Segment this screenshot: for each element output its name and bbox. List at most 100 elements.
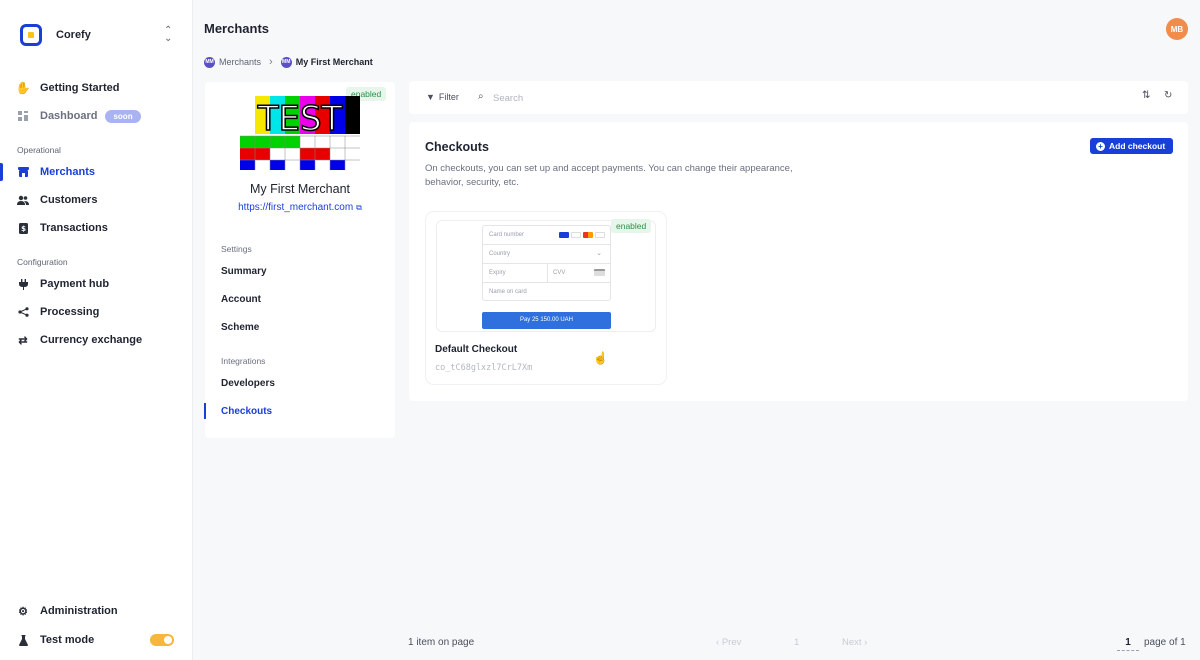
sidebar-item-payment-hub[interactable]: Payment hub xyxy=(0,272,192,296)
checkout-id: co_tC68glxzl7CrL7Xm xyxy=(435,363,533,373)
sidebar-item-label: Administration xyxy=(40,605,118,617)
merchant-nav-scheme[interactable]: Scheme xyxy=(221,322,259,333)
plus-circle-icon: + xyxy=(1096,141,1105,151)
section-label-operational: Operational xyxy=(17,145,61,155)
test-mode-toggle[interactable] xyxy=(150,634,174,646)
merchant-url-text[interactable]: https://first_merchant.com xyxy=(238,202,353,213)
merchant-badge-icon: MM xyxy=(280,56,292,68)
breadcrumb-current: My First Merchant xyxy=(295,57,373,67)
merchant-name: My First Merchant xyxy=(249,182,350,196)
corefy-logo-icon xyxy=(20,24,42,46)
svg-text:$: $ xyxy=(21,225,26,233)
checkout-card[interactable]: Card number Country ⌄ Expiry CVV Name on… xyxy=(426,212,666,384)
filter-button[interactable]: ▼ Filter xyxy=(426,92,459,102)
waving-hand-icon: ✋ xyxy=(15,81,31,95)
soon-badge: soon xyxy=(105,109,141,123)
next-label: Next xyxy=(842,637,862,648)
sidebar-item-label: Processing xyxy=(40,306,100,318)
refresh-icon[interactable]: ↻ xyxy=(1164,90,1172,101)
page-title: Merchants xyxy=(204,21,270,36)
merchant-nav-summary[interactable]: Summary xyxy=(221,266,267,277)
sidebar-item-test-mode: Test mode xyxy=(0,628,192,652)
avatar[interactable]: MB xyxy=(1166,18,1188,40)
prev-label: Prev xyxy=(721,637,742,648)
breadcrumb-link-merchants[interactable]: Merchants xyxy=(219,57,261,67)
search-icon: ⌕ xyxy=(478,91,484,102)
sidebar-item-merchants[interactable]: Merchants xyxy=(0,160,192,184)
gear-icon: ⚙ xyxy=(18,605,28,618)
pagination-prev-button[interactable]: ‹ Prev xyxy=(716,637,741,648)
pagination-count: 1 item on page xyxy=(408,637,475,648)
checkout-name: Default Checkout xyxy=(435,344,518,355)
plug-icon xyxy=(17,278,29,290)
preview-cvv-label: CVV xyxy=(553,270,566,276)
sidebar-item-label: Customers xyxy=(40,194,98,206)
store-icon xyxy=(17,166,29,178)
exchange-arrows-icon: ⇄ xyxy=(18,334,28,347)
filter-icon: ▼ xyxy=(426,92,435,102)
chevron-down-icon: ⌄ xyxy=(596,250,602,257)
sidebar-item-label: Transactions xyxy=(40,222,108,234)
sidebar-item-label: Getting Started xyxy=(40,82,120,94)
brand-switcher[interactable]: Corefy ⌃ ⌄ xyxy=(20,23,195,47)
toolbar: ▼ Filter ⌕ ⇅ ↻ xyxy=(409,81,1188,114)
checkouts-description: On checkouts, you can set up and accept … xyxy=(425,163,793,188)
sidebar-item-transactions[interactable]: $ Transactions xyxy=(0,216,192,240)
pagination-page-number[interactable]: 1 xyxy=(794,637,799,648)
section-label-configuration: Configuration xyxy=(17,257,68,267)
pagination-page-input[interactable]: 1 xyxy=(1117,635,1139,651)
merchant-nav-account[interactable]: Account xyxy=(221,294,261,305)
preview-country: Country ⌄ xyxy=(483,245,610,264)
sidebar-item-administration[interactable]: ⚙ Administration xyxy=(0,599,192,623)
breadcrumb: MM Merchants › MM My First Merchant xyxy=(204,56,373,68)
add-checkout-button[interactable]: + Add checkout xyxy=(1090,138,1174,154)
merchant-badge-icon: MM xyxy=(204,56,215,68)
preview-country-label: Country xyxy=(489,251,511,257)
sidebar: Corefy ⌃ ⌄ ✋ Getting Started Dashboard so… xyxy=(0,0,193,660)
logo-text: TEST xyxy=(257,99,343,139)
preview-expiry-cvv: Expiry CVV xyxy=(483,264,610,283)
pagination-of-text: page of 1 xyxy=(1144,637,1186,648)
brand-name: Corefy xyxy=(56,29,91,41)
preview-card-number: Card number xyxy=(483,226,610,245)
chevron-up-down-icon: ⌃ ⌄ xyxy=(164,25,173,44)
external-link-icon: ⧉ xyxy=(356,203,362,212)
sidebar-item-getting-started[interactable]: ✋ Getting Started xyxy=(0,76,192,100)
search-input[interactable] xyxy=(493,90,793,106)
sidebar-item-currency-exchange[interactable]: ⇄ Currency exchange xyxy=(0,328,192,352)
chevron-right-icon: › xyxy=(269,56,273,68)
sidebar-item-label: Payment hub xyxy=(40,278,110,290)
sidebar-item-label: Dashboard xyxy=(40,110,98,122)
merchant-nav-checkouts[interactable]: Checkouts xyxy=(203,403,272,419)
preview-name-label: Name on card xyxy=(489,289,527,295)
pagination-next-button[interactable]: Next › xyxy=(842,637,867,648)
merchant-card: enabled TEST My First Merchant https://f… xyxy=(203,82,395,438)
checkout-preview: Card number Country ⌄ Expiry CVV Name on… xyxy=(436,220,656,332)
card-back-icon xyxy=(594,269,605,276)
hand-pointer-icon: ☝ xyxy=(593,351,608,365)
section-label-integrations: Integrations xyxy=(221,356,266,366)
sort-icon[interactable]: ⇅ xyxy=(1142,90,1150,101)
add-checkout-label: Add checkout xyxy=(1109,141,1166,151)
sidebar-item-label: Test mode xyxy=(40,634,95,646)
sidebar-item-dashboard[interactable]: Dashboard soon xyxy=(0,104,192,128)
sidebar-item-processing[interactable]: Processing xyxy=(0,300,192,324)
sidebar-item-customers[interactable]: Customers xyxy=(0,188,192,212)
checkouts-title: Checkouts xyxy=(425,140,489,154)
receipt-icon: $ xyxy=(17,222,29,234)
section-label-settings: Settings xyxy=(221,244,252,254)
flask-icon xyxy=(17,634,29,646)
merchant-nav-developers[interactable]: Developers xyxy=(221,378,275,389)
merchant-url-link[interactable]: https://first_merchant.com ⧉ xyxy=(205,202,395,213)
preview-expiry-label: Expiry xyxy=(489,270,506,276)
preview-pay-button: Pay 25 150.00 UAH xyxy=(482,312,611,329)
merchant-logo: TEST xyxy=(240,96,360,170)
users-icon xyxy=(17,194,29,206)
sidebar-item-label: Merchants xyxy=(40,166,96,178)
dashboard-icon xyxy=(17,110,29,122)
sidebar-item-label: Currency exchange xyxy=(40,334,143,346)
card-brands-icon xyxy=(559,232,605,238)
filter-label: Filter xyxy=(438,92,459,102)
status-badge: enabled xyxy=(611,219,652,233)
share-nodes-icon xyxy=(17,306,29,318)
